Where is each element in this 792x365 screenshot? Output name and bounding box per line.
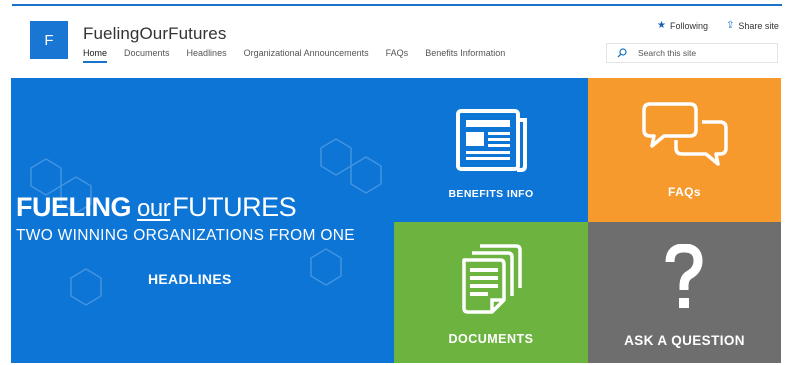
- share-icon: ⇪: [726, 20, 735, 31]
- documents-icon: [462, 244, 522, 314]
- nav-item-organizational-announcements[interactable]: Organizational Announcements: [244, 48, 369, 63]
- hero-title-fueling: FUELING: [16, 192, 132, 222]
- site-navigation: Home Documents Headlines Organizational …: [83, 48, 522, 63]
- nav-item-faqs[interactable]: FAQs: [386, 48, 409, 63]
- star-icon: ★: [657, 20, 666, 31]
- faqs-label: FAQs: [668, 185, 701, 199]
- nav-item-home[interactable]: Home: [83, 48, 108, 63]
- headlines-link[interactable]: HEADLINES: [148, 271, 232, 287]
- top-accent-line: [12, 4, 782, 6]
- ask-a-question-tile[interactable]: ASK A QUESTION: [588, 222, 781, 363]
- site-logo[interactable]: F: [30, 21, 68, 59]
- nav-item-benefits-information[interactable]: Benefits Information: [425, 48, 505, 63]
- benefits-info-tile[interactable]: BENEFITS INFO: [394, 78, 588, 222]
- ask-a-question-label: ASK A QUESTION: [624, 333, 745, 348]
- hero-title-our: our: [137, 195, 171, 222]
- search-input[interactable]: [636, 47, 770, 59]
- search-icon: [617, 48, 627, 58]
- documents-label: DOCUMENTS: [448, 332, 534, 346]
- nav-item-headlines[interactable]: Headlines: [187, 48, 227, 63]
- search-box[interactable]: [606, 43, 778, 63]
- question-mark-icon: [665, 244, 703, 308]
- share-site-button[interactable]: ⇪ Share site: [726, 20, 779, 31]
- documents-tile[interactable]: DOCUMENTS: [394, 222, 588, 363]
- newspaper-icon: [456, 109, 527, 172]
- hero-banner[interactable]: FUELING our FUTURES TWO WINNING ORGANIZA…: [11, 78, 394, 363]
- hero-subtitle: TWO WINNING ORGANIZATIONS FROM ONE: [16, 227, 355, 244]
- speech-bubbles-icon: [642, 102, 728, 166]
- share-site-label: Share site: [738, 20, 779, 31]
- faqs-tile[interactable]: FAQs: [588, 78, 781, 222]
- nav-item-documents[interactable]: Documents: [124, 48, 170, 63]
- hero-title: FUELING our FUTURES: [16, 192, 297, 223]
- hero-title-futures: FUTURES: [172, 192, 297, 222]
- benefits-info-label: BENEFITS INFO: [448, 188, 534, 200]
- following-label: Following: [669, 20, 708, 31]
- following-button[interactable]: ★ Following: [657, 20, 708, 31]
- site-title[interactable]: FuelingOurFutures: [83, 24, 226, 44]
- site-logo-letter: F: [44, 31, 54, 49]
